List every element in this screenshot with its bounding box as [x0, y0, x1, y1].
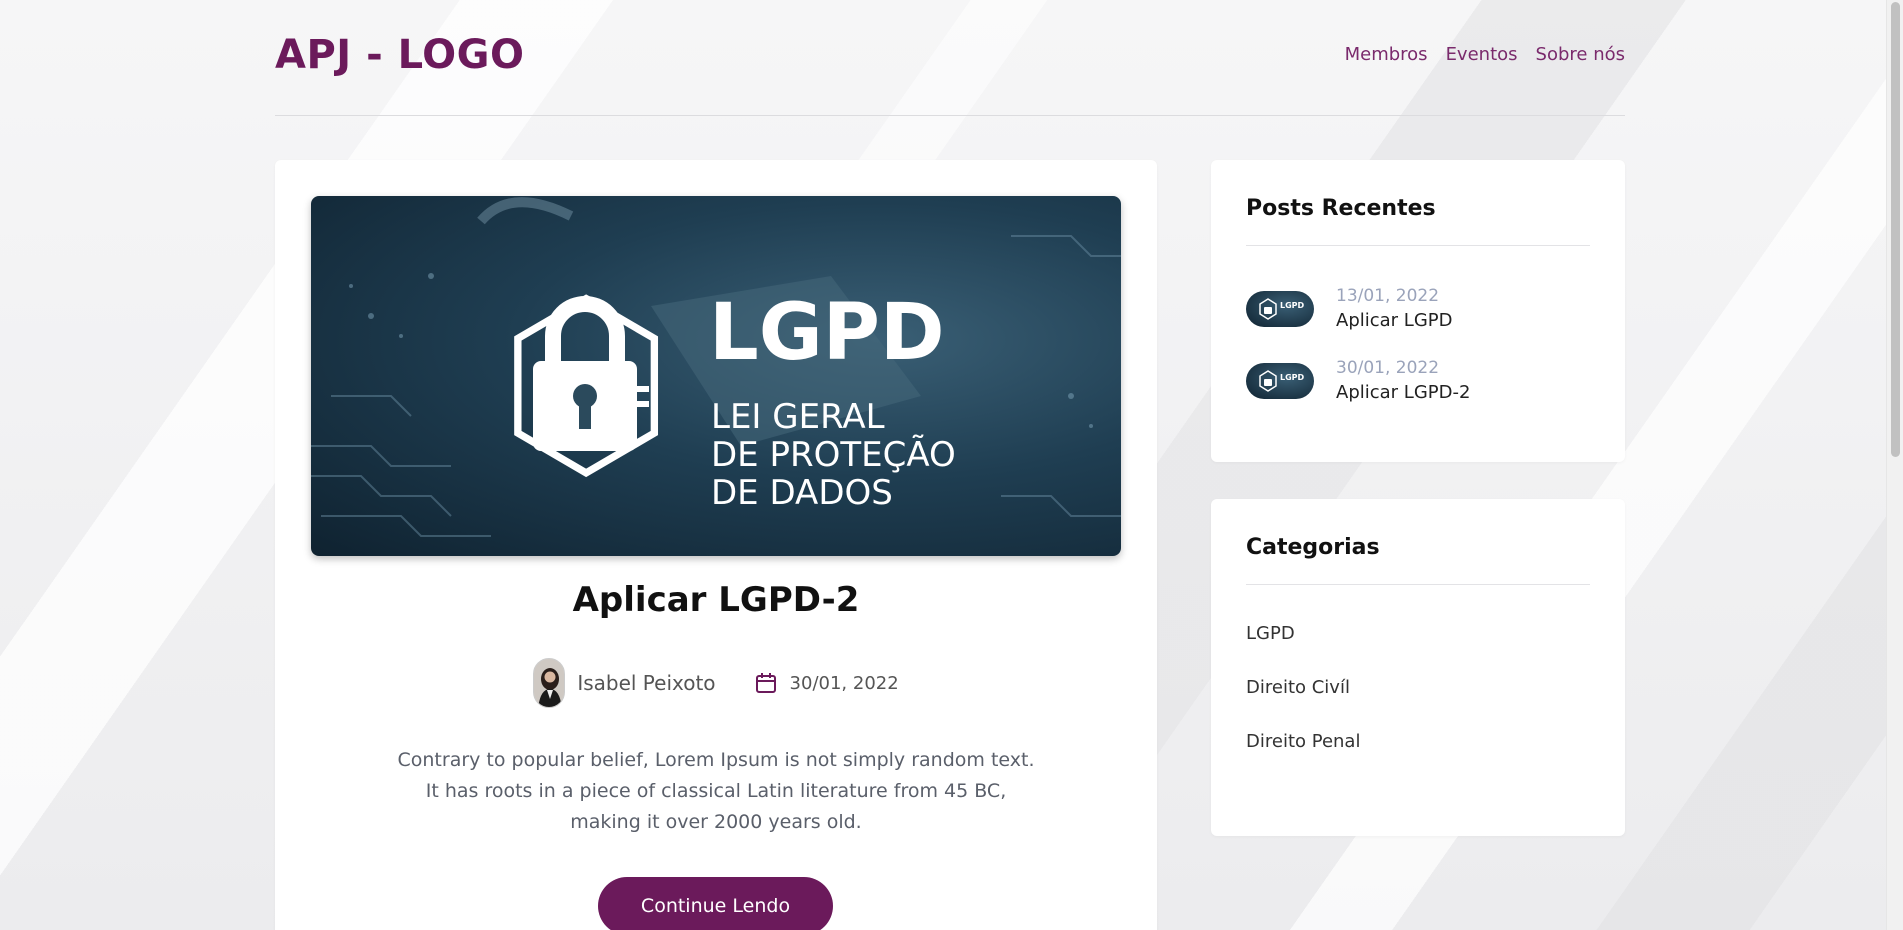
lgpd-thumb-graphic: LGPD [1259, 369, 1305, 392]
recent-post-text: 30/01, 2022 Aplicar LGPD-2 [1336, 358, 1470, 403]
post-excerpt: Contrary to popular belief, Lorem Ipsum … [397, 749, 1035, 833]
recent-posts-widget: Posts Recentes LGPD 13/01, 2022 Aplicar … [1211, 160, 1625, 462]
category-item-lgpd[interactable]: LGPD [1246, 623, 1295, 644]
categories-widget: Categorias LGPD Direito Civíl Direito Pe… [1211, 499, 1625, 836]
nav-item-eventos[interactable]: Eventos [1446, 44, 1518, 65]
post-card: LGPD LEI GERAL DE PROTEÇÃO DE DADOS Apli… [275, 160, 1157, 930]
banner-line-2: DE PROTEÇÃO [711, 435, 956, 475]
main-nav: Membros Eventos Sobre nós [1345, 44, 1625, 65]
banner-line-1: LEI GERAL [711, 397, 885, 437]
recent-post-item[interactable]: LGPD 13/01, 2022 Aplicar LGPD [1246, 286, 1452, 331]
banner-headline: LGPD [709, 288, 945, 378]
category-item-direito-penal[interactable]: Direito Penal [1246, 731, 1360, 752]
recent-post-title[interactable]: Aplicar LGPD [1336, 310, 1452, 331]
calendar-icon [755, 673, 776, 693]
svg-text:LGPD: LGPD [1280, 373, 1305, 382]
recent-post-title[interactable]: Aplicar LGPD-2 [1336, 382, 1470, 403]
recent-post-date: 13/01, 2022 [1336, 286, 1440, 306]
vertical-scrollbar[interactable] [1886, 0, 1903, 930]
recent-post-thumbnail[interactable]: LGPD [1246, 362, 1314, 399]
category-item-direito-civil[interactable]: Direito Civíl [1246, 677, 1350, 698]
post-date: 30/01, 2022 [789, 672, 899, 694]
post-author[interactable]: Isabel Peixoto [577, 671, 715, 695]
recent-post-text: 13/01, 2022 Aplicar LGPD [1336, 286, 1452, 331]
site-header: APJ - LOGO Membros Eventos Sobre nós [275, 28, 1625, 116]
scrollbar-thumb[interactable] [1891, 2, 1900, 457]
lgpd-thumb-graphic: LGPD [1259, 297, 1305, 320]
author-avatar [533, 658, 566, 708]
recent-post-thumbnail[interactable]: LGPD [1246, 290, 1314, 327]
svg-text:LGPD: LGPD [1280, 301, 1305, 310]
divider [1246, 584, 1590, 585]
nav-item-sobre-nos[interactable]: Sobre nós [1536, 44, 1625, 65]
divider [1246, 245, 1590, 246]
continue-reading-button[interactable]: Continue Lendo [598, 877, 833, 930]
recent-post-item[interactable]: LGPD 30/01, 2022 Aplicar LGPD-2 [1246, 358, 1470, 403]
person-icon [534, 659, 565, 707]
categories-title: Categorias [1246, 535, 1380, 560]
post-image[interactable]: LGPD LEI GERAL DE PROTEÇÃO DE DADOS [311, 196, 1121, 556]
post-meta: Isabel Peixoto 30/01, 2022 [275, 658, 1157, 708]
banner-line-3: DE DADOS [711, 473, 893, 513]
site-logo[interactable]: APJ - LOGO [275, 32, 525, 78]
nav-item-membros[interactable]: Membros [1345, 44, 1428, 65]
post-title[interactable]: Aplicar LGPD-2 [275, 580, 1157, 620]
lgpd-banner-graphic: LGPD LEI GERAL DE PROTEÇÃO DE DADOS [311, 197, 1121, 537]
recent-posts-title: Posts Recentes [1246, 196, 1436, 221]
recent-post-date: 30/01, 2022 [1336, 358, 1440, 378]
